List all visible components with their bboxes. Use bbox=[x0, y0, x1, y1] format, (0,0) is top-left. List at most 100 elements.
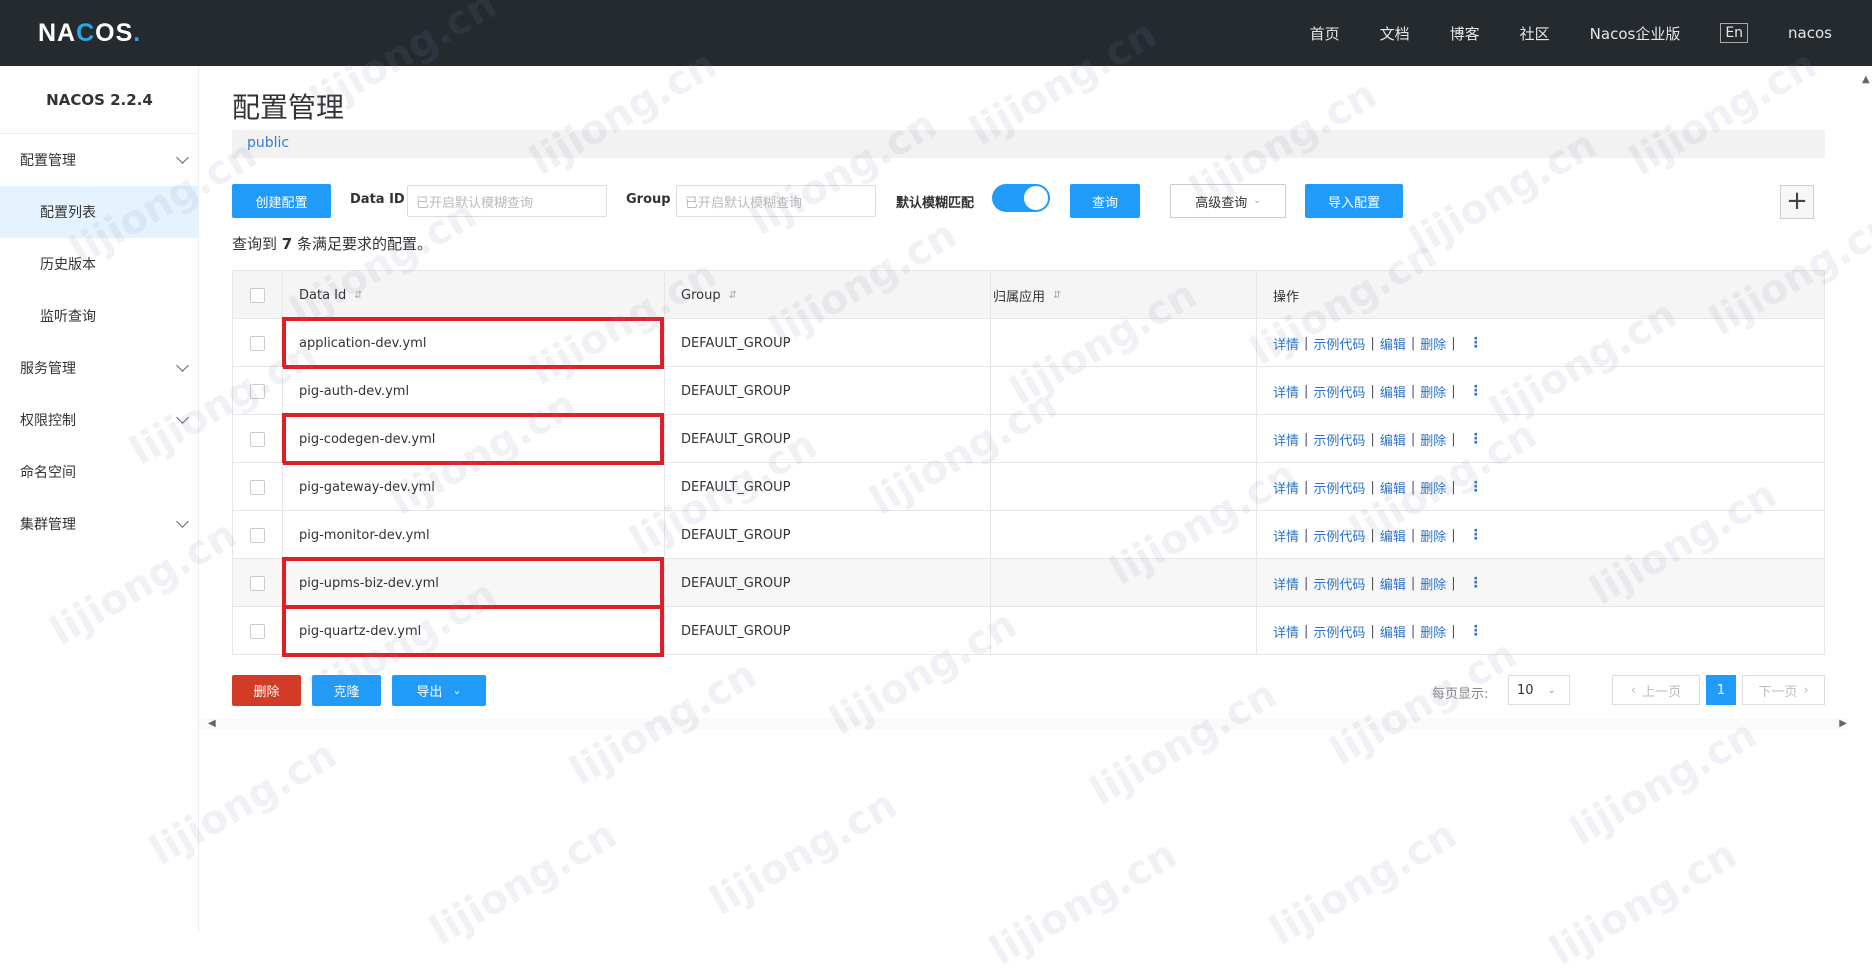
header-app[interactable]: 归属应用 ⇵ bbox=[991, 271, 1257, 319]
op-link[interactable]: 示例代码 bbox=[1313, 382, 1365, 401]
op-link[interactable]: 编辑 bbox=[1380, 622, 1406, 641]
row-checkbox-cell bbox=[233, 463, 283, 511]
sidebar-item-service-management[interactable]: 服务管理 bbox=[0, 342, 199, 394]
op-link[interactable]: 编辑 bbox=[1380, 382, 1406, 401]
nav-home[interactable]: 首页 bbox=[1310, 23, 1340, 44]
next-page-button[interactable]: 下一页 › bbox=[1742, 675, 1825, 705]
more-icon[interactable]: ⋮ bbox=[1469, 383, 1483, 399]
scroll-left-icon[interactable]: ◀ bbox=[208, 718, 216, 729]
create-config-button[interactable]: 创建配置 bbox=[232, 184, 331, 218]
advanced-query-button[interactable]: 高级查询 ⌄ bbox=[1170, 184, 1286, 218]
row-checkbox[interactable] bbox=[250, 623, 265, 639]
add-icon[interactable]: + bbox=[1780, 185, 1814, 219]
op-link[interactable]: 删除 bbox=[1420, 334, 1446, 353]
namespace-public[interactable]: public bbox=[247, 135, 289, 151]
more-icon[interactable]: ⋮ bbox=[1469, 575, 1483, 591]
top-navbar: NACOS. 首页 文档 博客 社区 Nacos企业版 En nacos bbox=[0, 0, 1872, 66]
sidebar-item-cluster-management[interactable]: 集群管理 bbox=[0, 498, 199, 550]
ops-cell: 详情 | 示例代码 | 编辑 | 删除 | ⋮ bbox=[1257, 511, 1826, 559]
group-input[interactable]: 已开启默认模糊查询 bbox=[676, 185, 876, 217]
op-link[interactable]: 示例代码 bbox=[1313, 622, 1365, 641]
sidebar-item-config-list[interactable]: 配置列表 bbox=[0, 186, 199, 238]
header-group[interactable]: Group ⇵ bbox=[665, 271, 991, 319]
row-checkbox-cell bbox=[233, 415, 283, 463]
op-link[interactable]: 删除 bbox=[1420, 382, 1446, 401]
row-checkbox[interactable] bbox=[250, 431, 265, 447]
page-size-select[interactable]: 10 ⌄ bbox=[1508, 675, 1570, 705]
op-link[interactable]: 示例代码 bbox=[1313, 574, 1365, 593]
advanced-query-label: 高级查询 bbox=[1195, 195, 1248, 211]
import-config-button[interactable]: 导入配置 bbox=[1305, 184, 1403, 218]
row-checkbox[interactable] bbox=[250, 479, 265, 495]
select-all-checkbox[interactable] bbox=[250, 287, 265, 303]
op-link[interactable]: 详情 bbox=[1273, 526, 1299, 545]
data-id-input[interactable]: 已开启默认模糊查询 bbox=[407, 185, 607, 217]
sidebar-item-config-management[interactable]: 配置管理 bbox=[0, 134, 199, 186]
sidebar-item-history[interactable]: 历史版本 bbox=[0, 238, 199, 290]
op-link[interactable]: 编辑 bbox=[1380, 334, 1406, 353]
prev-page-button[interactable]: ‹ 上一页 bbox=[1612, 675, 1700, 705]
delete-button[interactable]: 删除 bbox=[232, 675, 301, 706]
current-page-button[interactable]: 1 bbox=[1706, 675, 1736, 705]
row-checkbox[interactable] bbox=[250, 575, 265, 591]
nav-docs[interactable]: 文档 bbox=[1380, 23, 1410, 44]
op-link[interactable]: 示例代码 bbox=[1313, 526, 1365, 545]
op-link[interactable]: 详情 bbox=[1273, 334, 1299, 353]
op-separator: | bbox=[1451, 623, 1456, 639]
op-link[interactable]: 删除 bbox=[1420, 622, 1446, 641]
sort-icon[interactable]: ⇵ bbox=[1053, 290, 1061, 301]
row-checkbox[interactable] bbox=[250, 527, 265, 543]
header-data-id[interactable]: Data Id ⇵ bbox=[283, 271, 665, 319]
ops-cell: 详情 | 示例代码 | 编辑 | 删除 | ⋮ bbox=[1257, 559, 1826, 607]
clone-button[interactable]: 克隆 bbox=[312, 675, 381, 706]
query-button[interactable]: 查询 bbox=[1070, 184, 1140, 218]
op-link[interactable]: 示例代码 bbox=[1313, 430, 1365, 449]
op-link[interactable]: 编辑 bbox=[1380, 574, 1406, 593]
op-link[interactable]: 详情 bbox=[1273, 622, 1299, 641]
op-link[interactable]: 示例代码 bbox=[1313, 334, 1365, 353]
more-icon[interactable]: ⋮ bbox=[1469, 623, 1483, 639]
language-switch[interactable]: En bbox=[1720, 23, 1749, 43]
nacos-logo[interactable]: NACOS. bbox=[38, 19, 141, 48]
more-icon[interactable]: ⋮ bbox=[1469, 335, 1483, 351]
op-separator: | bbox=[1304, 335, 1309, 351]
op-link[interactable]: 删除 bbox=[1420, 526, 1446, 545]
sidebar-item-label: 配置列表 bbox=[40, 205, 96, 221]
fuzzy-match-toggle[interactable] bbox=[992, 184, 1050, 212]
op-link[interactable]: 编辑 bbox=[1380, 478, 1406, 497]
more-icon[interactable]: ⋮ bbox=[1469, 527, 1483, 543]
nav-enterprise[interactable]: Nacos企业版 bbox=[1590, 23, 1681, 44]
data-id-cell: pig-auth-dev.yml bbox=[283, 367, 665, 415]
scroll-up-icon[interactable]: ▲ bbox=[1862, 74, 1870, 85]
op-separator: | bbox=[1451, 479, 1456, 495]
sidebar-item-listener-query[interactable]: 监听查询 bbox=[0, 290, 199, 342]
group-cell: DEFAULT_GROUP bbox=[665, 415, 991, 463]
scroll-right-icon[interactable]: ▶ bbox=[1839, 718, 1847, 729]
more-icon[interactable]: ⋮ bbox=[1469, 479, 1483, 495]
op-separator: | bbox=[1370, 575, 1375, 591]
sidebar-item-namespace[interactable]: 命名空间 bbox=[0, 446, 199, 498]
app-cell bbox=[991, 511, 1257, 559]
user-name[interactable]: nacos bbox=[1788, 24, 1832, 42]
op-link[interactable]: 编辑 bbox=[1380, 430, 1406, 449]
sidebar-item-access-control[interactable]: 权限控制 bbox=[0, 394, 199, 446]
sort-icon[interactable]: ⇵ bbox=[729, 290, 737, 301]
row-checkbox[interactable] bbox=[250, 383, 265, 399]
more-icon[interactable]: ⋮ bbox=[1469, 431, 1483, 447]
row-checkbox[interactable] bbox=[250, 335, 265, 351]
nav-community[interactable]: 社区 bbox=[1520, 23, 1550, 44]
op-link[interactable]: 删除 bbox=[1420, 430, 1446, 449]
op-link[interactable]: 详情 bbox=[1273, 430, 1299, 449]
nav-blog[interactable]: 博客 bbox=[1450, 23, 1480, 44]
op-link[interactable]: 删除 bbox=[1420, 574, 1446, 593]
table-row: pig-monitor-dev.yml DEFAULT_GROUP 详情 | 示例代… bbox=[233, 511, 1824, 559]
op-link[interactable]: 详情 bbox=[1273, 574, 1299, 593]
op-link[interactable]: 示例代码 bbox=[1313, 478, 1365, 497]
sort-icon[interactable]: ⇵ bbox=[354, 290, 362, 301]
op-link[interactable]: 详情 bbox=[1273, 478, 1299, 497]
op-link[interactable]: 删除 bbox=[1420, 478, 1446, 497]
horizontal-scrollbar[interactable]: ◀ ▶ bbox=[199, 718, 1847, 730]
export-button[interactable]: 导出 ⌄ bbox=[392, 675, 486, 706]
op-link[interactable]: 详情 bbox=[1273, 382, 1299, 401]
op-link[interactable]: 编辑 bbox=[1380, 526, 1406, 545]
